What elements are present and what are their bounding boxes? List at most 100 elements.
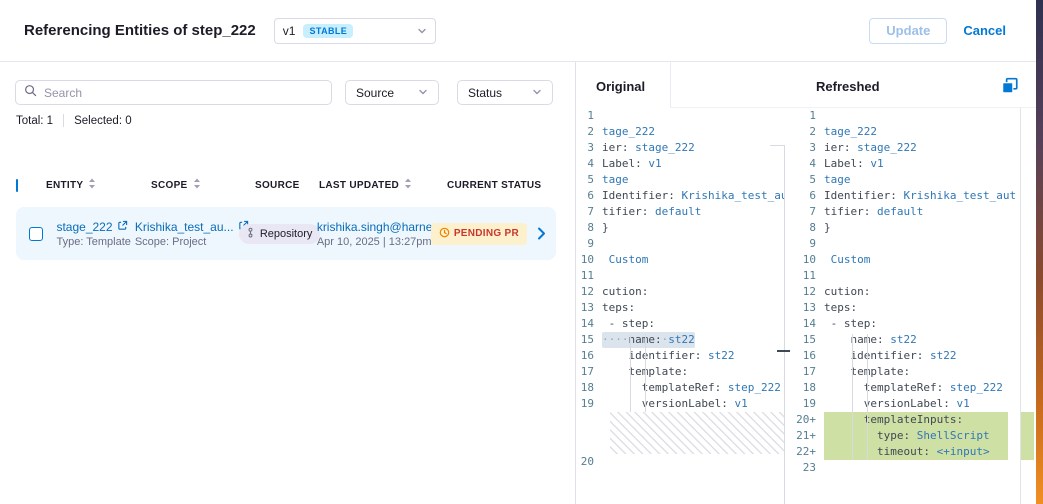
- code-line: 18 templateRef: step_222: [576, 380, 785, 396]
- chevron-down-icon: [532, 86, 542, 100]
- code-line: 19 versionLabel: v1: [790, 396, 1036, 412]
- table-row[interactable]: stage_222 Type: Template Krishika_test_a…: [16, 207, 556, 260]
- code-line: 8}: [576, 220, 785, 236]
- row-checkbox[interactable]: [29, 227, 43, 241]
- code-line: 13teps:: [576, 300, 785, 316]
- code-line: 10 Custom: [576, 252, 785, 268]
- status-filter-dropdown[interactable]: Status: [457, 80, 553, 105]
- code-line: 23: [790, 460, 1036, 476]
- search-input[interactable]: [44, 86, 323, 100]
- line-number: 14: [576, 316, 602, 332]
- line-number: 2: [576, 124, 602, 140]
- code-line: 22+ timeout: <+input>: [790, 444, 1036, 460]
- background-page-edge: [1036, 0, 1043, 504]
- source-filter-dropdown[interactable]: Source: [345, 80, 439, 105]
- status-badge: PENDING PR: [431, 223, 527, 245]
- code-line: 9: [790, 236, 1036, 252]
- original-pane-title: Original: [596, 79, 645, 94]
- line-number: 18: [790, 380, 824, 396]
- code-line: 17 template:: [576, 364, 785, 380]
- select-all-checkbox[interactable]: [16, 179, 18, 192]
- update-button[interactable]: Update: [869, 18, 947, 44]
- line-number: 1: [790, 108, 824, 124]
- cancel-button[interactable]: Cancel: [963, 23, 1006, 38]
- selected-count: Selected: 0: [74, 115, 132, 127]
- line-number: 6: [790, 188, 824, 204]
- git-repository-icon: [245, 227, 256, 241]
- line-number: 3: [576, 140, 602, 156]
- indent-guide: [630, 334, 631, 412]
- version-select-value: v1: [283, 24, 296, 38]
- line-number: 19: [576, 396, 602, 412]
- diff-gap-hatch: [610, 412, 785, 454]
- line-number: 23: [790, 460, 824, 476]
- line-number: 16: [790, 348, 824, 364]
- sort-icon[interactable]: [193, 178, 201, 192]
- sort-icon[interactable]: [88, 178, 96, 192]
- source-badge: Repository: [239, 224, 321, 244]
- line-number: 21+: [790, 428, 824, 444]
- version-select[interactable]: v1 STABLE: [274, 18, 436, 44]
- column-scope: SCOPE: [151, 180, 188, 191]
- pane-separator-notch: [770, 145, 785, 146]
- chevron-down-icon: [418, 86, 428, 100]
- scope-detail: Scope: Project: [135, 236, 239, 248]
- divider: [63, 114, 64, 127]
- line-number: 5: [790, 172, 824, 188]
- line-number: 20+: [790, 412, 824, 428]
- line-number: 5: [576, 172, 602, 188]
- code-line: 15 name: st22: [790, 332, 1036, 348]
- line-number: 17: [576, 364, 602, 380]
- status-filter-label: Status: [468, 86, 502, 100]
- line-number: 19: [790, 396, 824, 412]
- code-line: 18 templateRef: step_222: [790, 380, 1036, 396]
- code-line: 17 template:: [790, 364, 1036, 380]
- line-number: 8: [790, 220, 824, 236]
- code-line: 5tage: [790, 172, 1036, 188]
- line-number: 2: [790, 124, 824, 140]
- line-number: 3: [790, 140, 824, 156]
- line-number: 9: [790, 236, 824, 252]
- copy-icon[interactable]: [1001, 77, 1019, 95]
- line-number: 20: [576, 454, 602, 470]
- line-number: 13: [576, 300, 602, 316]
- line-number: 10: [790, 252, 824, 268]
- search-icon: [24, 84, 37, 102]
- refreshed-code-pane[interactable]: 12tage_2223ier: stage_2224Label: v15tage…: [790, 108, 1036, 504]
- line-number: 18: [576, 380, 602, 396]
- updated-at: Apr 10, 2025 | 13:27pm: [317, 236, 431, 248]
- column-source: SOURCE: [255, 180, 300, 191]
- stable-badge: STABLE: [303, 24, 353, 38]
- line-number: 11: [576, 268, 602, 284]
- line-number: 10: [576, 252, 602, 268]
- sort-icon[interactable]: [404, 178, 412, 192]
- code-line: 5tage: [576, 172, 785, 188]
- code-line: 13teps:: [790, 300, 1036, 316]
- entity-type: Type: Template: [56, 236, 134, 248]
- entity-name-link[interactable]: stage_222: [56, 220, 112, 234]
- chevron-down-icon: [417, 26, 427, 36]
- scrollbar-thumb[interactable]: [777, 350, 790, 352]
- scope-name-link[interactable]: Krishika_test_au...: [135, 220, 234, 234]
- code-line: 14 - step:: [790, 316, 1036, 332]
- original-code-pane[interactable]: 12tage_2223ier: stage_2224Label: v15tage…: [576, 108, 785, 504]
- external-link-icon[interactable]: [117, 220, 128, 234]
- code-line: 11: [576, 268, 785, 284]
- line-number: 1: [576, 108, 602, 124]
- line-number: 12: [576, 284, 602, 300]
- code-line: 19 versionLabel: v1: [576, 396, 785, 412]
- line-number: 8: [576, 220, 602, 236]
- updated-by: krishika.singh@harnes...: [317, 220, 449, 234]
- code-line: 7tifier: default: [576, 204, 785, 220]
- search-box[interactable]: [15, 80, 332, 105]
- column-last-updated: LAST UPDATED: [319, 180, 399, 191]
- line-number: 6: [576, 188, 602, 204]
- clock-icon: [439, 227, 450, 241]
- code-line: 12cution:: [576, 284, 785, 300]
- code-line: 16 identifier: st22: [576, 348, 785, 364]
- line-number: 7: [790, 204, 824, 220]
- table-header: ENTITY SCOPE SOURCE LAST UPDATED CURRENT…: [16, 176, 556, 194]
- line-number: 17: [790, 364, 824, 380]
- expand-row-button[interactable]: [527, 227, 556, 240]
- line-number: 4: [790, 156, 824, 172]
